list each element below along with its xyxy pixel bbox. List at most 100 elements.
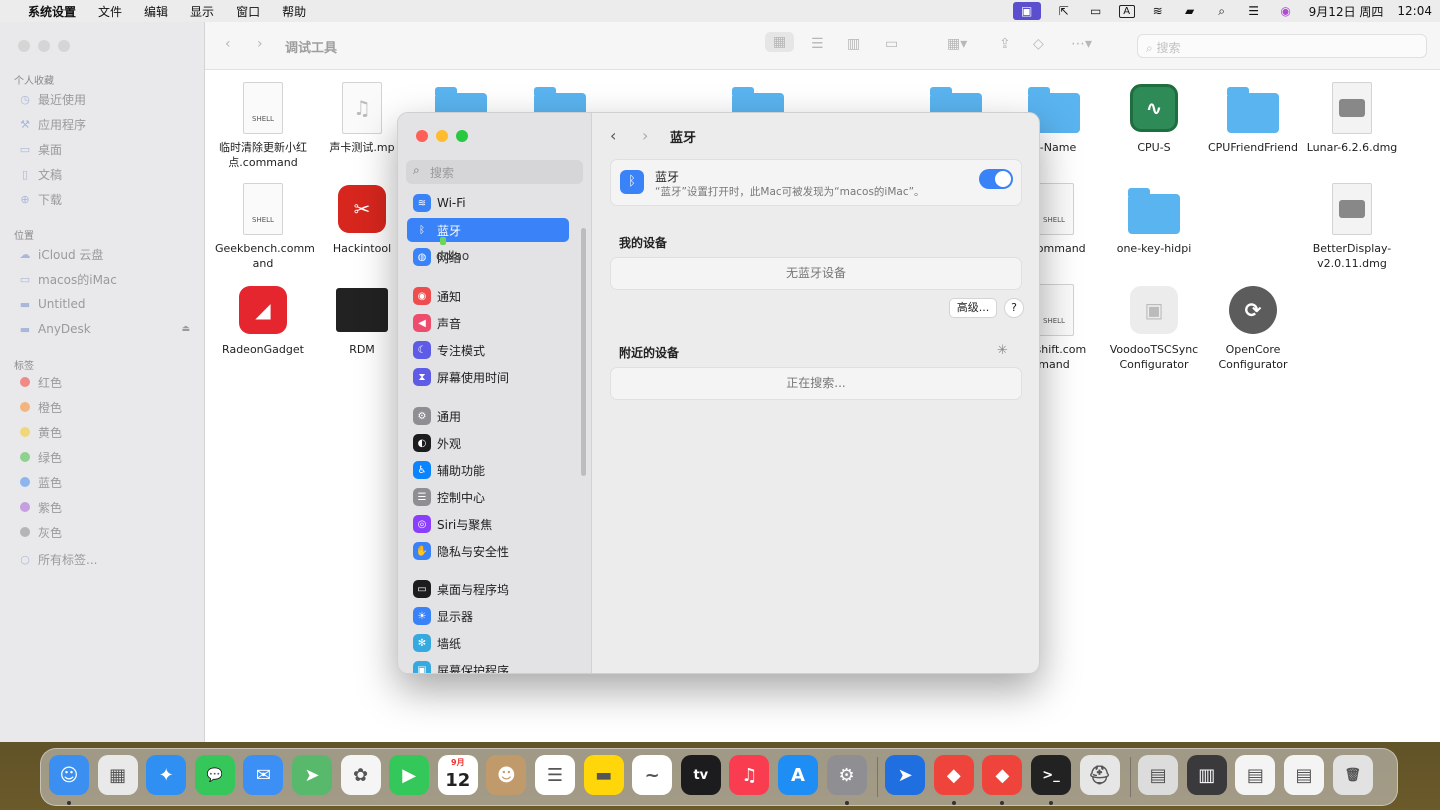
help-button[interactable]: ? xyxy=(1004,298,1024,318)
screenshot-icon[interactable]: ▥ xyxy=(1186,755,1227,795)
sidebar-item-recents[interactable]: ◷ 最近使用 xyxy=(18,90,86,108)
sidebar-item-accessibility[interactable]: ♿ 辅助功能 xyxy=(407,458,569,482)
sidebar-scrollbar[interactable] xyxy=(581,228,586,476)
sidebar-item-tag[interactable]: 绿色 xyxy=(18,448,62,466)
sidebar-item-untitled[interactable]: ▬ Untitled xyxy=(18,295,86,313)
anydesk-alt-icon[interactable]: ◆ xyxy=(982,755,1023,795)
wifi-icon[interactable]: ≋ xyxy=(1149,4,1167,18)
spotlight-icon[interactable]: ⌕ xyxy=(1213,4,1231,18)
tv-icon[interactable]: tv xyxy=(680,755,721,795)
sidebar-item-tag[interactable]: 紫色 xyxy=(18,498,62,516)
sidebar-item-tag[interactable]: 橙色 xyxy=(18,398,62,416)
more-icon[interactable]: ⋯▾ xyxy=(1071,36,1092,52)
menu-view[interactable]: 显示 xyxy=(190,3,214,20)
sidebar-item-appearance[interactable]: ◐ 外观 xyxy=(407,431,569,455)
contacts-icon[interactable]: ☻ xyxy=(486,755,527,795)
sidebar-item-tag[interactable]: 黄色 xyxy=(18,423,62,441)
zoom-button[interactable] xyxy=(58,40,70,52)
gallery-view-icon[interactable]: ▭ xyxy=(885,36,898,52)
siri-icon[interactable]: ◉ xyxy=(1277,4,1295,18)
sidebar-item-screensaver[interactable]: ▣ 屏幕保护程序 xyxy=(407,658,569,673)
sidebar-item-dock[interactable]: ▭ 桌面与程序坞 xyxy=(407,577,569,601)
sidebar-item-documents[interactable]: ▯ 文稿 xyxy=(18,165,62,183)
launchpad-icon[interactable]: ▦ xyxy=(97,755,138,795)
menu-window[interactable]: 窗口 xyxy=(236,3,260,20)
appstore-icon[interactable]: A xyxy=(778,755,818,795)
anydesk-icon[interactable]: ◆ xyxy=(933,755,974,795)
sidebar-item-control-center[interactable]: ☰ 控制中心 xyxy=(407,485,569,509)
sidebar-item-wallpaper[interactable]: ✻ 墙纸 xyxy=(407,631,569,655)
close-button[interactable] xyxy=(18,40,30,52)
search-input[interactable]: ⌕ 搜索 xyxy=(1137,34,1427,58)
minimize-button[interactable] xyxy=(38,40,50,52)
group-icon[interactable]: ▦▾ xyxy=(947,36,967,52)
settings-search-input[interactable]: ⌕ 搜索 xyxy=(406,160,583,184)
file-item[interactable]: ∿ CPU-S xyxy=(1106,82,1202,155)
sidebar-item-moon[interactable]: ☾ 专注模式 xyxy=(407,338,569,362)
sidebar-item-tag[interactable]: 灰色 xyxy=(18,523,62,541)
sidebar-item-anydesk[interactable]: ▬ AnyDesk ⏏ xyxy=(18,320,190,338)
file-item[interactable]: ♫ 声卡测试.mp xyxy=(314,82,410,155)
notes-icon[interactable]: ▬ xyxy=(583,755,624,795)
back-icon[interactable]: ‹ xyxy=(610,126,616,145)
display-menu-icon[interactable]: ▭ xyxy=(1087,4,1105,18)
settings-icon[interactable]: ⚙ xyxy=(826,755,867,795)
cursor-icon[interactable]: ⇱ xyxy=(1055,4,1073,18)
sidebar-item-globe[interactable]: ◍ 网络 xyxy=(407,245,569,269)
minimize-button[interactable] xyxy=(436,130,448,142)
sidebar-item-imac[interactable]: ▭ macos的iMac xyxy=(18,270,117,288)
file-item[interactable]: SHELL 临时清除更新小红 点.command xyxy=(215,82,311,170)
control-center-icon[interactable]: ☰ xyxy=(1245,4,1263,18)
file-item[interactable]: RDM xyxy=(314,284,410,357)
finder-icon[interactable]: ☺ xyxy=(49,755,89,795)
forward-icon[interactable]: › xyxy=(642,126,648,145)
list-view-icon[interactable]: ☰ xyxy=(811,36,824,52)
messages-icon[interactable]: 💬 xyxy=(194,755,235,795)
file-item[interactable]: ⟳ OpenCore Configurator xyxy=(1205,284,1301,372)
eject-icon[interactable]: ⏏ xyxy=(181,324,190,334)
document-icon[interactable]: ▤ xyxy=(1138,755,1179,795)
terminal-icon[interactable]: >_ xyxy=(1031,755,1071,795)
menu-help[interactable]: 帮助 xyxy=(282,3,306,20)
sidebar-item-desktop[interactable]: ▭ 桌面 xyxy=(18,140,62,158)
music-icon[interactable]: ♫ xyxy=(729,755,770,795)
screenshot-icon-3[interactable]: ▤ xyxy=(1284,755,1324,795)
sidebar-item-bluetooth[interactable]: ᛒ 蓝牙 xyxy=(407,218,569,242)
file-item[interactable]: one-key-hidpi xyxy=(1106,183,1202,256)
input-method-icon[interactable]: A xyxy=(1118,4,1135,18)
sidebar-item-tag[interactable]: 红色 xyxy=(18,373,62,391)
sidebar-item-hourglass[interactable]: ⧗ 屏幕使用时间 xyxy=(407,365,569,389)
menu-time[interactable]: 12:04 xyxy=(1397,4,1432,18)
file-item[interactable]: ✂ Hackintool xyxy=(314,183,410,256)
file-item[interactable]: ▣ VoodooTSCSync Configurator xyxy=(1106,284,1202,372)
sidebar-item-siri[interactable]: ◎ Siri与聚焦 xyxy=(407,512,569,536)
file-item[interactable]: Lunar-6.2.6.dmg xyxy=(1304,82,1400,155)
file-item[interactable]: SHELL Geekbench.comm and xyxy=(215,183,315,271)
menu-file[interactable]: 文件 xyxy=(98,3,122,20)
trash-icon[interactable]: 🗑 xyxy=(1332,755,1373,795)
reminders-icon[interactable]: ☰ xyxy=(535,755,575,795)
screenshot-icon-2[interactable]: ▤ xyxy=(1235,755,1276,795)
zoom-button[interactable] xyxy=(456,130,468,142)
sidebar-item-bell[interactable]: ◉ 通知 xyxy=(407,284,569,308)
back-icon[interactable]: ‹ xyxy=(225,36,231,52)
file-item[interactable]: ◢ RadeonGadget xyxy=(215,284,311,357)
sidebar-item-applications[interactable]: ⚒ 应用程序 xyxy=(18,115,86,133)
sidebar-item-icloud[interactable]: ☁ iCloud 云盘 xyxy=(18,245,104,263)
file-item[interactable]: BetterDisplay-v2.0.11.dmg xyxy=(1304,183,1400,271)
blue-arrow-icon[interactable]: ➤ xyxy=(885,755,926,795)
sidebar-item-all-tags[interactable]: ○ 所有标签... xyxy=(18,550,97,568)
disk-utility-icon[interactable]: ⛑ xyxy=(1079,755,1120,795)
close-button[interactable] xyxy=(416,130,428,142)
sidebar-item-tag[interactable]: 蓝色 xyxy=(18,473,62,491)
sidebar-item-wifi[interactable]: ≋ Wi-Fi xyxy=(407,191,569,215)
bluetooth-toggle[interactable] xyxy=(979,169,1013,189)
facetime-icon[interactable]: ▶ xyxy=(389,755,430,795)
menu-edit[interactable]: 编辑 xyxy=(144,3,168,20)
calendar-icon[interactable]: 9月 12 xyxy=(437,755,478,795)
sidebar-item-display[interactable]: ☀ 显示器 xyxy=(407,604,569,628)
menu-app-name[interactable]: 系统设置 xyxy=(28,3,76,20)
sidebar-item-speaker[interactable]: ◀ 声音 xyxy=(407,311,569,335)
sidebar-item-hand[interactable]: ✋ 隐私与安全性 xyxy=(407,539,569,563)
menu-date[interactable]: 9月12日 周四 xyxy=(1309,3,1384,20)
